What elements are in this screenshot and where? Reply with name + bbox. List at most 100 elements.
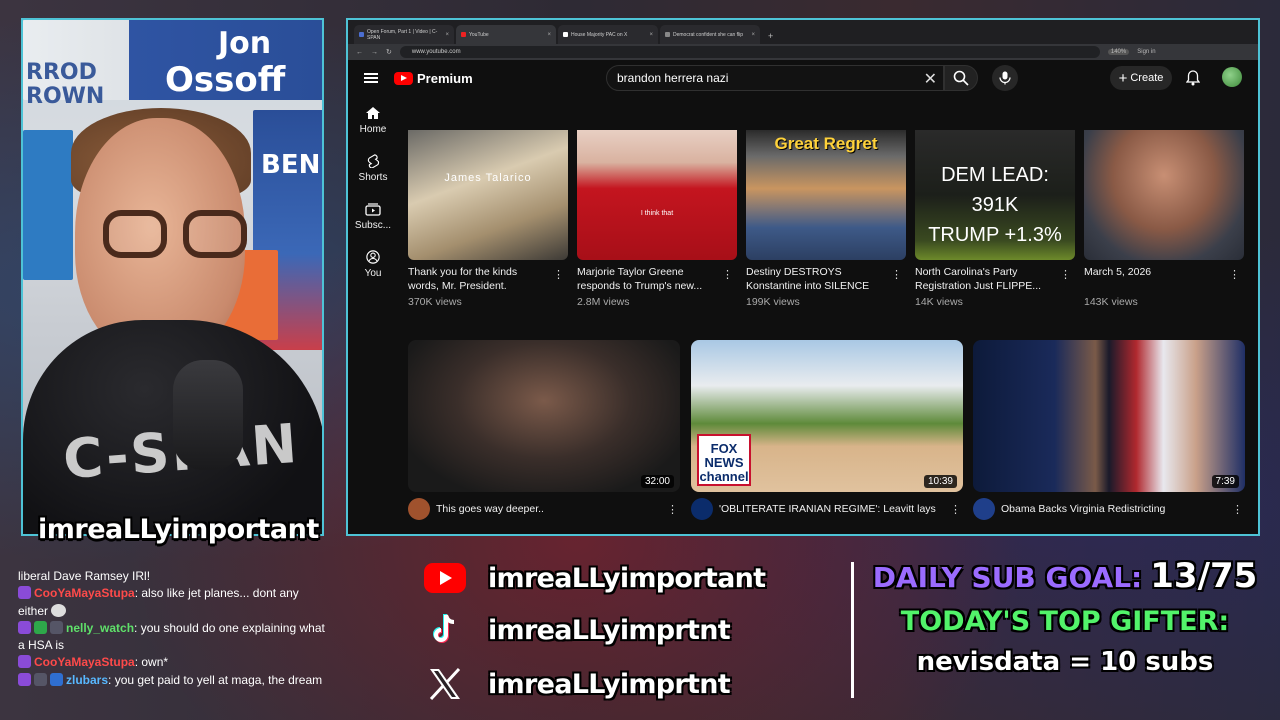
youtube-header: Premium brandon herrera nazi ✕ + Create <box>348 60 1258 96</box>
video-title[interactable]: This goes way deeper.. <box>436 503 661 515</box>
poster-text: Ossoff <box>165 60 286 100</box>
video-card[interactable]: 32:00 This goes way deeper.. ⋮ <box>408 340 680 520</box>
nav-label: Home <box>359 124 387 135</box>
close-icon[interactable]: × <box>649 32 653 38</box>
reload-icon[interactable]: ↻ <box>386 48 392 56</box>
top-gifter-value: nevisdata = 10 subs <box>916 647 1214 677</box>
tab-article[interactable]: Democrat confident she can flip × <box>660 25 760 44</box>
nav-subscriptions[interactable]: Subsc... <box>348 202 398 250</box>
nav-you[interactable]: You <box>348 250 398 298</box>
close-icon[interactable]: × <box>547 32 551 38</box>
x-favicon <box>563 32 568 37</box>
video-card[interactable]: Great Regret Destiny DESTROYS Konstantin… <box>746 130 906 308</box>
channel-avatar[interactable] <box>408 498 430 520</box>
video-card[interactable]: 7:39 Obama Backs Virginia Redistricting … <box>973 340 1245 520</box>
new-tab-icon[interactable]: + <box>768 31 773 41</box>
close-icon[interactable]: × <box>445 32 449 38</box>
more-options-icon[interactable]: ⋮ <box>722 268 733 281</box>
chat-message: zlubars: you get paid to yell at maga, t… <box>12 672 332 689</box>
more-options-icon[interactable]: ⋮ <box>1232 503 1243 516</box>
chat-text: you get paid to yell at maga, the dream <box>114 672 323 687</box>
video-title[interactable]: 'OBLITERATE IRANIAN REGIME': Leavitt lay… <box>719 503 944 515</box>
twitch-badge-icon <box>18 655 31 669</box>
create-button[interactable]: + Create <box>1110 66 1172 90</box>
more-options-icon[interactable]: ⋮ <box>667 503 678 516</box>
video-title[interactable]: Obama Backs Virginia Redistricting <box>1001 503 1226 515</box>
video-card[interactable]: DEM LEAD: 391K TRUMP +1.3% North Carolin… <box>915 130 1075 308</box>
video-title[interactable]: Destiny DESTROYS Konstantine into SILENC… <box>746 266 886 294</box>
more-options-icon[interactable]: ⋮ <box>950 503 961 516</box>
nav-home[interactable]: Home <box>348 106 398 154</box>
chat-message: liberal Dave Ramsey IRl! <box>12 568 332 585</box>
tab-youtube[interactable]: YouTube × <box>456 25 556 44</box>
zoom-badge[interactable]: 140% <box>1107 49 1130 55</box>
sub-goals-panel: DAILY SUB GOAL: 13/75 TODAY'S TOP GIFTER:… <box>860 556 1270 677</box>
back-icon[interactable]: ← <box>356 49 363 56</box>
close-icon[interactable]: × <box>751 32 755 38</box>
video-card[interactable]: March 5, 2026 143K views ⋮ <box>1084 130 1244 308</box>
video-title[interactable]: North Carolina's Party Registration Just… <box>915 266 1055 294</box>
video-thumbnail[interactable] <box>1084 130 1244 260</box>
chat-username: zlubars <box>66 672 109 687</box>
menu-icon[interactable] <box>364 73 378 83</box>
shorts-icon <box>367 154 380 168</box>
chat-message: CooYaMayaStupa: also like jet planes... … <box>18 586 299 618</box>
youtube-icon <box>422 560 468 596</box>
stream-overlay: Jon Ossoff RROD ROWN BENEFITS C-SPAN imr… <box>0 0 1280 720</box>
youtube-logo[interactable]: Premium <box>394 71 473 86</box>
video-title[interactable]: Thank you for the kinds words, Mr. Presi… <box>408 266 548 294</box>
more-options-icon[interactable]: ⋮ <box>553 268 564 281</box>
forward-icon[interactable]: → <box>371 49 378 56</box>
more-options-icon[interactable]: ⋮ <box>1060 268 1071 281</box>
video-thumbnail[interactable]: I think that <box>577 130 737 260</box>
gift-badge-icon <box>50 620 63 634</box>
account-avatar[interactable] <box>1222 67 1242 87</box>
video-views: 2.8M views <box>577 296 630 308</box>
twitch-badge-icon <box>18 586 31 600</box>
tab-cspan[interactable]: Open Forum, Part 1 | Video | C-SPAN × <box>354 25 454 44</box>
youtube-play-icon <box>394 71 413 85</box>
video-thumbnail[interactable]: James Talarico <box>408 130 568 260</box>
video-duration: 32:00 <box>640 475 674 488</box>
video-card[interactable]: James Talarico Thank you for the kinds w… <box>408 130 568 308</box>
video-title[interactable]: Marjorie Taylor Greene responds to Trump… <box>577 266 717 294</box>
video-thumbnail[interactable]: DEM LEAD: 391K TRUMP +1.3% <box>915 130 1075 260</box>
thumbnail-caption: DEM LEAD: 391K TRUMP +1.3% <box>928 164 1062 246</box>
thumbnail-caption: James Talarico <box>444 172 532 184</box>
address-bar: ← → ↻ www.youtube.com 140% Sign in <box>348 44 1258 60</box>
youtube-left-nav: Home Shorts Subsc... You <box>348 106 398 298</box>
more-options-icon[interactable]: ⋮ <box>1229 268 1240 281</box>
poster-text: BENEFITS <box>261 150 322 180</box>
browser-window: Open Forum, Part 1 | Video | C-SPAN × You… <box>346 18 1260 536</box>
tab-title: House Majority PAC on X <box>571 31 628 38</box>
video-views: 199K views <box>746 296 800 308</box>
tab-x[interactable]: House Majority PAC on X × <box>558 25 658 44</box>
social-youtube: imreaLLyimportant <box>422 560 782 596</box>
signin-button[interactable]: Sign in <box>1137 49 1155 55</box>
nav-shorts[interactable]: Shorts <box>348 154 398 202</box>
bell-icon[interactable] <box>1186 70 1200 86</box>
video-thumbnail[interactable]: 32:00 <box>408 340 680 492</box>
campaign-poster <box>23 130 73 280</box>
chat-username: CooYaMayaStupa <box>34 655 135 670</box>
clear-icon[interactable]: ✕ <box>924 69 937 89</box>
top-gifter-label: TODAY'S TOP GIFTER: <box>900 606 1230 637</box>
voice-search-button[interactable] <box>992 65 1018 91</box>
video-card[interactable]: I think that Marjorie Taylor Greene resp… <box>577 130 737 308</box>
video-views: 370K views <box>408 296 462 308</box>
search-button[interactable] <box>944 65 978 91</box>
video-thumbnail[interactable]: 7:39 <box>973 340 1245 492</box>
search-input[interactable]: brandon herrera nazi ✕ <box>606 65 944 91</box>
webcam-name-label: imreaLLyimportant <box>38 514 319 545</box>
glasses-right <box>183 210 247 258</box>
video-thumbnail[interactable]: Great Regret <box>746 130 906 260</box>
video-thumbnail[interactable]: FOX NEWS channel 10:39 <box>691 340 963 492</box>
video-title[interactable]: March 5, 2026 <box>1084 266 1224 294</box>
channel-avatar[interactable] <box>973 498 995 520</box>
nav-label: You <box>364 268 382 279</box>
thumbnail-caption: I think that <box>640 210 674 217</box>
url-field[interactable]: www.youtube.com <box>399 46 1100 58</box>
more-options-icon[interactable]: ⋮ <box>891 268 902 281</box>
video-card[interactable]: FOX NEWS channel 10:39 'OBLITERATE IRANI… <box>691 340 963 520</box>
channel-avatar[interactable] <box>691 498 713 520</box>
